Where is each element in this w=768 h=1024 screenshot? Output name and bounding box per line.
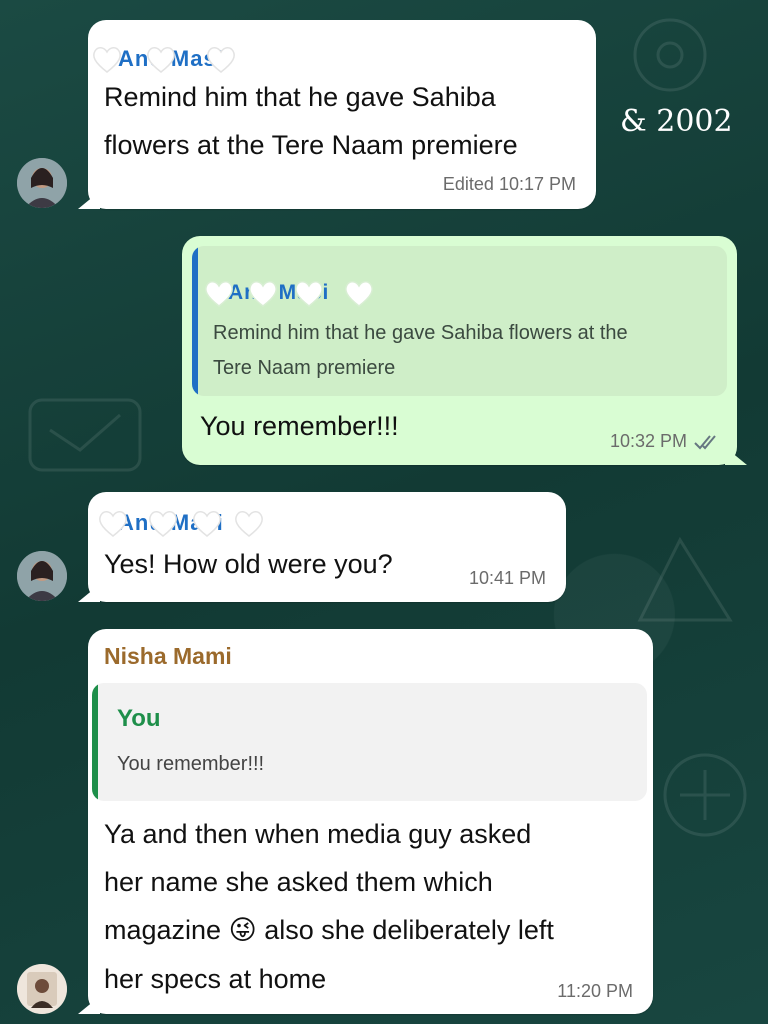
wallpaper-doodle (28, 398, 142, 472)
wallpaper-doodle (633, 18, 707, 92)
heart-stickers (202, 276, 380, 310)
avatar[interactable] (17, 964, 67, 1014)
message-text: You remember!!! (200, 411, 399, 441)
message-text-segment: also she deliberately left (264, 915, 554, 945)
avatar-photo (17, 551, 67, 601)
reply-quote[interactable]: You You remember!!! (92, 683, 647, 801)
quote-sender-name: You (117, 705, 161, 732)
quote-text: You remember!!! (117, 753, 265, 775)
message-text: Ya and then when media guy asked her nam… (104, 810, 554, 1003)
white-heart-icon (249, 281, 277, 307)
quote-text-line: Tere Naam premiere (213, 357, 396, 379)
quote-text-line: Remind him that he gave Sahiba flowers a… (213, 322, 628, 344)
message-text: Yes! How old were you? (104, 549, 393, 579)
double-check-icon (694, 434, 716, 449)
avatar[interactable] (17, 158, 67, 208)
white-heart-icon (207, 47, 235, 73)
message-bubble[interactable]: Anu Masi Remind him that he gave Sahiba … (182, 236, 747, 465)
sender-name[interactable]: Anu Masi (93, 42, 235, 76)
quote-sender-name: Anu Masi (205, 276, 373, 310)
message-meta: Edited 10:17 PM (443, 174, 576, 195)
white-heart-icon (345, 281, 373, 307)
message-time: 10:41 PM (468, 568, 546, 588)
message-time: 11:20 PM (557, 981, 633, 1001)
message-time: 10:32 PM (609, 431, 687, 451)
heart-stickers (96, 506, 270, 540)
message-text-line: flowers at the Tere Naam premiere (104, 130, 518, 160)
message-text-segment: magazine (104, 915, 222, 945)
heart-stickers (90, 42, 242, 76)
wallpaper-doodle (663, 753, 747, 837)
quote-bar (92, 683, 98, 801)
quote-text: Remind him that he gave Sahiba flowers a… (213, 316, 628, 386)
white-heart-icon (193, 511, 221, 537)
message-bubble[interactable]: Anu Masi Remind him that he gave Sahiba … (78, 20, 596, 209)
message-text-line: her specs at home (104, 964, 327, 994)
message-text: Remind him that he gave Sahiba flowers a… (104, 73, 518, 169)
white-heart-icon (149, 511, 177, 537)
avatar-photo (17, 158, 67, 208)
avatar-photo (17, 964, 67, 1014)
message-meta: 10:32 PM (610, 431, 721, 452)
white-heart-icon (295, 281, 323, 307)
edited-label: Edited (442, 174, 494, 194)
quote-bar (192, 246, 198, 396)
sender-name[interactable]: Nisha Mami (104, 639, 232, 673)
avatar[interactable] (17, 551, 67, 601)
overlay-caption: & 2002 (620, 104, 733, 139)
message-text-line: Remind him that he gave Sahiba (104, 82, 496, 112)
white-heart-icon (93, 47, 121, 73)
white-heart-icon (235, 511, 263, 537)
wallpaper-doodle (637, 536, 733, 622)
message-bubble[interactable]: Nisha Mami You You remember!!! Ya and th… (78, 629, 653, 1014)
sender-name[interactable]: Anu Masi (99, 506, 263, 540)
message-text-line: her name she asked them which (104, 867, 493, 897)
message-time: 10:17 PM (498, 174, 576, 194)
winking-tongue-emoji-icon: 😜 (228, 915, 257, 946)
white-heart-icon (205, 281, 233, 307)
message-bubble[interactable]: Anu Masi Yes! How old were you? 10:41 PM (78, 492, 566, 602)
message-text-line: Ya and then when media guy asked (104, 819, 532, 849)
message-text-line: magazine 😜 also she deliberately left (104, 906, 554, 955)
white-heart-icon (147, 47, 175, 73)
reply-quote[interactable]: Anu Masi Remind him that he gave Sahiba … (192, 246, 727, 396)
white-heart-icon (99, 511, 127, 537)
